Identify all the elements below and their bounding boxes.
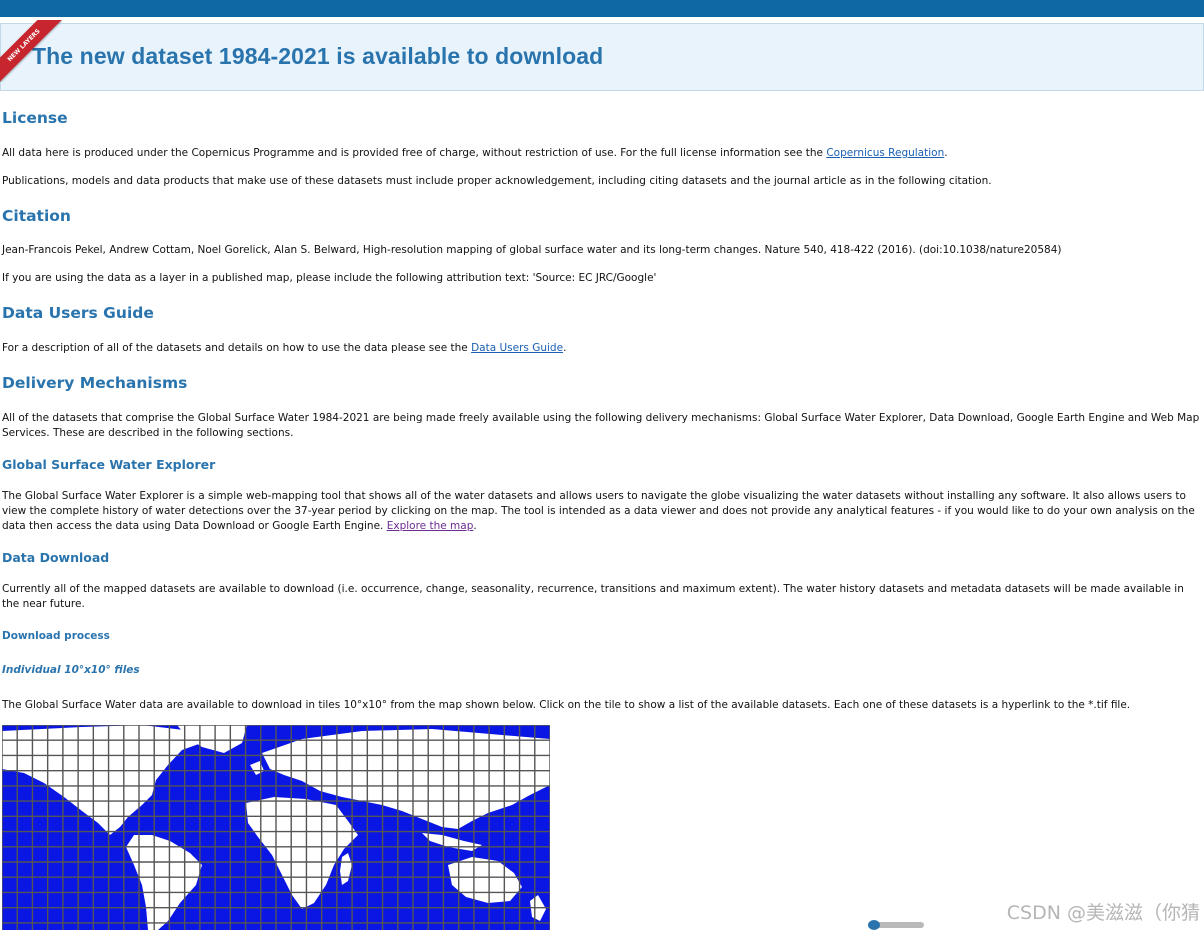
tiles-paragraph: The Global Surface Water data are availa… xyxy=(2,699,1131,711)
users-guide-text: For a description of all of the datasets… xyxy=(2,342,472,354)
license-heading: License xyxy=(2,109,68,127)
users-guide-text-end: . xyxy=(563,342,567,354)
individual-tiles-heading: Individual 10°x10° files xyxy=(2,664,140,676)
horizontal-scroll-thumb[interactable] xyxy=(868,920,880,930)
data-users-guide-link[interactable]: Data Users Guide xyxy=(471,342,563,354)
acknowledgement-paragraph: Publications, models and data products t… xyxy=(2,175,992,187)
explorer-heading: Global Surface Water Explorer xyxy=(2,457,216,472)
copernicus-regulation-link[interactable]: Copernicus Regulation xyxy=(826,147,944,159)
license-text: All data here is produced under the Cope… xyxy=(2,147,827,159)
ribbon-label: NEW LAYERS xyxy=(0,20,62,82)
license-text-end: . xyxy=(944,147,948,159)
explorer-paragraph: The Global Surface Water Explorer is a s… xyxy=(2,489,1202,534)
explorer-text: The Global Surface Water Explorer is a s… xyxy=(2,490,1195,532)
world-map-svg[interactable] xyxy=(2,725,550,930)
delivery-paragraph: All of the datasets that comprise the Gl… xyxy=(2,412,1200,439)
csdn-watermark: CSDN @美滋滋（你猜 xyxy=(1006,902,1200,924)
banner-title: The new dataset 1984-2021 is available t… xyxy=(32,43,604,69)
new-layers-ribbon: NEW LAYERS xyxy=(0,20,62,82)
users-guide-paragraph: For a description of all of the datasets… xyxy=(2,341,1202,356)
explore-the-map-link[interactable]: Explore the map xyxy=(387,520,474,532)
announcement-banner: The new dataset 1984-2021 is available t… xyxy=(0,23,1204,91)
citation-reference: Jean-Francois Pekel, Andrew Cottam, Noel… xyxy=(2,244,1062,256)
explorer-text-end: . xyxy=(473,520,477,532)
tile-map[interactable] xyxy=(2,725,550,930)
attribution-paragraph: If you are using the data as a layer in … xyxy=(2,272,657,284)
top-bar xyxy=(0,0,1204,17)
data-download-paragraph: Currently all of the mapped datasets are… xyxy=(2,583,1184,610)
license-paragraph: All data here is produced under the Cope… xyxy=(2,146,1202,161)
citation-heading: Citation xyxy=(2,207,71,225)
delivery-heading: Delivery Mechanisms xyxy=(2,374,188,392)
data-download-heading: Data Download xyxy=(2,550,110,565)
users-guide-heading: Data Users Guide xyxy=(2,304,154,322)
download-process-heading: Download process xyxy=(2,630,110,642)
